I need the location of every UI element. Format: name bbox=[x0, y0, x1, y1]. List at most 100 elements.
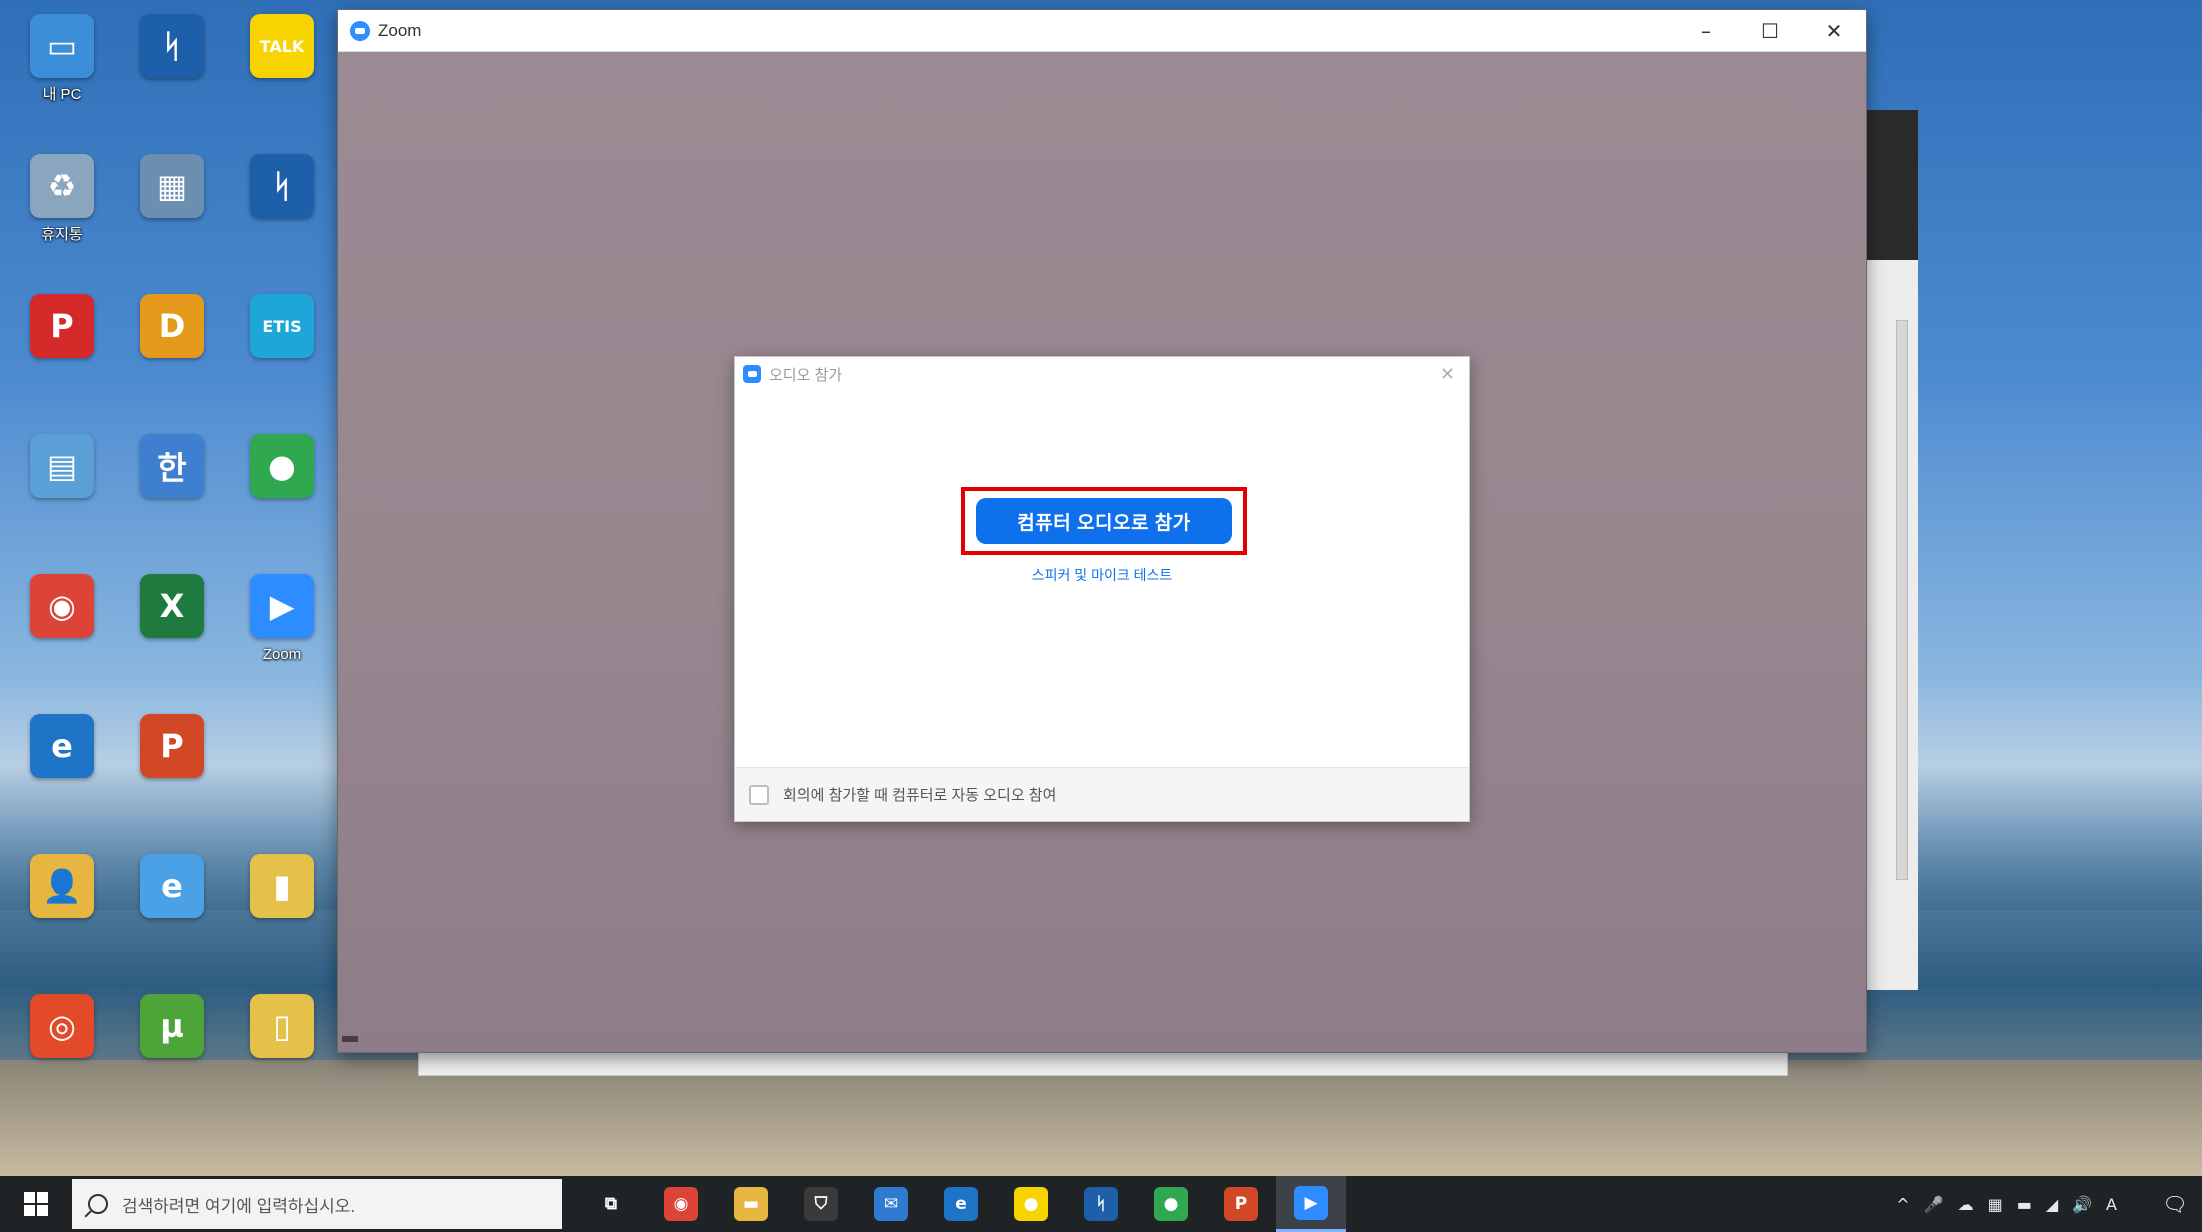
taskbar-app-button[interactable]: ● bbox=[1136, 1176, 1206, 1232]
desktop-shortcut[interactable]: X bbox=[118, 568, 226, 708]
desktop-icon-grid: ▭ 내 PC ᛋ TALK ♻ 휴지통 ▦ ᛋ P D ETIS ▤ 한 ● ◉ X ▶ Zoom e P 👤 e ▮ ◎ µ ▯ bbox=[8, 8, 336, 1128]
start-button[interactable] bbox=[0, 1176, 72, 1232]
desktop-shortcut-label: 휴지통 bbox=[41, 226, 83, 243]
windows-logo-icon bbox=[24, 1192, 48, 1216]
kakaotalk-taskbar-icon: ● bbox=[1014, 1187, 1048, 1221]
zoom-titlebar[interactable]: Zoom – ☐ ✕ bbox=[338, 10, 1866, 52]
desktop-shortcut[interactable]: 한 bbox=[118, 428, 226, 568]
desktop-shortcut[interactable]: 👤 bbox=[8, 848, 116, 988]
desktop-shortcut[interactable]: e bbox=[118, 848, 226, 988]
desktop-shortcut[interactable]: ▦ bbox=[118, 148, 226, 288]
zoom-logo-icon bbox=[743, 365, 761, 383]
desktop-shortcut[interactable]: ▯ bbox=[228, 988, 336, 1128]
desktop-shortcut[interactable]: e bbox=[8, 708, 116, 848]
maximize-button[interactable]: ☐ bbox=[1738, 10, 1802, 51]
desktop-shortcut[interactable]: ▤ bbox=[8, 428, 116, 568]
test-speaker-mic-link[interactable]: 스피커 및 마이크 테스트 bbox=[735, 565, 1469, 585]
desktop-shortcut[interactable]: P bbox=[8, 288, 116, 428]
taskbar-search-box[interactable]: 검색하려면 여기에 입력하십시오. bbox=[72, 1179, 562, 1229]
dialog-close-icon[interactable]: ✕ bbox=[1440, 364, 1455, 385]
taskbar-app-button[interactable]: ◉ bbox=[646, 1176, 716, 1232]
hancom-icon: 한 bbox=[140, 434, 204, 498]
internet-shortcut-icon: e bbox=[140, 854, 204, 918]
desktop-shortcut[interactable]: ᛋ bbox=[228, 148, 336, 288]
chrome-taskbar-icon: ◉ bbox=[664, 1187, 698, 1221]
zoom-taskbar-icon: ▶ bbox=[1294, 1185, 1328, 1220]
search-icon bbox=[88, 1194, 108, 1214]
taskbar-app-button[interactable]: ⛉ bbox=[786, 1176, 856, 1232]
desktop-shortcut[interactable]: P bbox=[118, 708, 226, 848]
task-view-icon: ⧉ bbox=[604, 1194, 618, 1214]
desktop-shortcut[interactable]: µ bbox=[118, 988, 226, 1128]
tray-icon[interactable]: ☁ bbox=[1958, 1195, 1974, 1214]
dialog-titlebar[interactable]: 오디오 참가 ✕ bbox=[735, 357, 1469, 391]
file-explorer-icon: ▬ bbox=[734, 1187, 768, 1221]
desktop-shortcut-label: 내 PC bbox=[42, 86, 82, 103]
desktop-shortcut[interactable]: ◉ bbox=[8, 568, 116, 708]
desktop-shortcut[interactable]: ◎ bbox=[8, 988, 116, 1128]
background-window[interactable] bbox=[1866, 110, 1918, 990]
window-controls: – ☐ ✕ bbox=[1674, 10, 1866, 51]
desktop-shortcut[interactable]: ▭ 내 PC bbox=[8, 8, 116, 148]
recycle-bin-icon: ♻ bbox=[30, 154, 94, 218]
join-button-highlight: 컴퓨터 오디오로 참가 bbox=[961, 487, 1247, 555]
hangul-viewer-icon: P bbox=[30, 294, 94, 358]
audio-join-dialog: 오디오 참가 ✕ 컴퓨터 오디오로 참가 스피커 및 마이크 테스트 회의에 참… bbox=[734, 356, 1470, 822]
desktop-shortcut[interactable]: TALK bbox=[228, 8, 336, 148]
join-with-computer-audio-button[interactable]: 컴퓨터 오디오로 참가 bbox=[976, 498, 1232, 544]
excel-icon: X bbox=[140, 574, 204, 638]
participant-name-chip bbox=[342, 1036, 358, 1042]
dialog-footer: 회의에 참가할 때 컴퓨터로 자동 오디오 참여 bbox=[735, 767, 1469, 821]
desktop-shortcut[interactable]: ▶ Zoom bbox=[228, 568, 336, 708]
desktop-shortcut[interactable]: ● bbox=[228, 428, 336, 568]
desktop-shortcut[interactable]: ETIS bbox=[228, 288, 336, 428]
taskbar-apps: ⧉ ◉ ▬ ⛉ ✉ e ● ᛋ ● P ▶ bbox=[576, 1176, 1346, 1232]
close-button[interactable]: ✕ bbox=[1802, 10, 1866, 51]
system-tray: ^ 🎤 ☁ ▦ ▬ ◢ 🔊 A 🗨 bbox=[1889, 1176, 2202, 1232]
user-folder-icon: 👤 bbox=[30, 854, 94, 918]
desktop-shortcut[interactable]: ▮ bbox=[228, 848, 336, 988]
app-taskbar-icon: ᛋ bbox=[1084, 1187, 1118, 1221]
app-icon-3: ● bbox=[250, 434, 314, 498]
pc-icon: ▭ bbox=[30, 14, 94, 78]
desktop-shortcut[interactable]: ᛋ bbox=[118, 8, 226, 148]
tray-icon[interactable]: ▦ bbox=[1988, 1195, 2003, 1214]
powerpoint-icon: P bbox=[140, 714, 204, 778]
auto-join-audio-label[interactable]: 회의에 참가할 때 컴퓨터로 자동 오디오 참여 bbox=[783, 784, 1056, 805]
notifications-icon[interactable]: 🗨 bbox=[2148, 1176, 2202, 1232]
zoom-logo-icon bbox=[350, 20, 370, 41]
taskbar-app-button[interactable]: ▶ bbox=[1276, 1176, 1346, 1232]
taskbar-app-button[interactable]: P bbox=[1206, 1176, 1276, 1232]
desktop-shortcut[interactable]: D bbox=[118, 288, 226, 428]
auto-join-audio-checkbox[interactable] bbox=[749, 784, 769, 805]
folder-icon: ▤ bbox=[30, 434, 94, 498]
empty-slot bbox=[250, 714, 314, 778]
taskbar-app-button[interactable]: ● bbox=[996, 1176, 1066, 1232]
etis-icon: ETIS bbox=[250, 294, 314, 358]
mail-icon: ✉ bbox=[874, 1187, 908, 1221]
tray-icon[interactable]: A bbox=[2106, 1195, 2117, 1214]
taskbar-app-button[interactable]: ᛋ bbox=[1066, 1176, 1136, 1232]
background-window-strip bbox=[418, 1052, 1788, 1076]
document-icon: D bbox=[140, 294, 204, 358]
taskbar: 검색하려면 여기에 입력하십시오. ⧉ ◉ ▬ ⛉ ✉ e ● ᛋ ● P ▶ ^ 🎤 ☁ ▦ ▬ ◢ 🔊 A 🗨 bbox=[0, 1176, 2202, 1232]
tray-icon[interactable]: ▬ bbox=[2017, 1195, 2032, 1214]
background-window-scrollbar[interactable] bbox=[1896, 320, 1908, 880]
minimize-button[interactable]: – bbox=[1674, 10, 1738, 51]
tray-icon[interactable]: 🔊 bbox=[2072, 1195, 2092, 1214]
folder-icon-2: ▮ bbox=[250, 854, 314, 918]
tray-icon[interactable]: 🎤 bbox=[1924, 1195, 1944, 1214]
app-icon: ᛋ bbox=[140, 14, 204, 78]
tray-icon[interactable]: ^ bbox=[1896, 1195, 1909, 1214]
app-icon-2: ᛋ bbox=[250, 154, 314, 218]
utorrent-icon: µ bbox=[140, 994, 204, 1058]
taskbar-app-button[interactable]: e bbox=[926, 1176, 996, 1232]
desktop-shortcut[interactable]: ♻ 휴지통 bbox=[8, 148, 116, 288]
taskbar-app-button[interactable]: ✉ bbox=[856, 1176, 926, 1232]
taskbar-app-button[interactable]: ⧉ bbox=[576, 1176, 646, 1232]
tray-icon[interactable]: ◢ bbox=[2046, 1195, 2058, 1214]
store-icon: ⛉ bbox=[804, 1187, 838, 1221]
desktop-shortcut-label: Zoom bbox=[262, 646, 302, 663]
taskbar-app-button[interactable]: ▬ bbox=[716, 1176, 786, 1232]
app-taskbar-icon-2: ● bbox=[1154, 1187, 1188, 1221]
